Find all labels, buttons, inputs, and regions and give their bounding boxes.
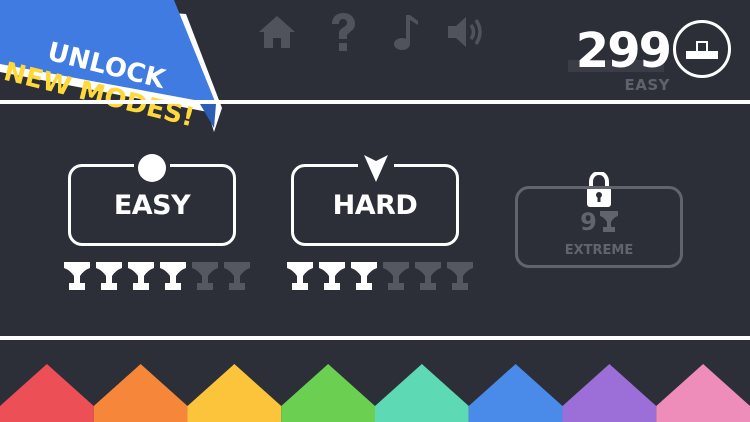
- trophy-row-easy: [64, 262, 250, 290]
- color-tile: [375, 364, 469, 422]
- trophy-unearned-icon: [447, 262, 473, 290]
- arrow-down-icon: [358, 150, 394, 186]
- required-trophy-count: 9: [580, 208, 597, 236]
- color-tile: [0, 364, 94, 422]
- trophy-earned-icon: [160, 262, 186, 290]
- trophy-earned-icon: [64, 262, 90, 290]
- sound-icon[interactable]: [445, 10, 489, 54]
- trophy-earned-icon: [96, 262, 122, 290]
- trophy-earned-icon: [128, 262, 154, 290]
- score-display: 299 EASY: [560, 22, 672, 100]
- trophy-unearned-icon: [192, 262, 218, 290]
- color-tile: [281, 364, 375, 422]
- trophy-unearned-icon: [224, 262, 250, 290]
- score-value: 299: [575, 23, 672, 79]
- top-toolbar: [255, 10, 495, 54]
- music-note-icon[interactable]: [383, 10, 427, 54]
- trophy-unearned-icon: [383, 262, 409, 290]
- color-strip: [0, 364, 750, 422]
- color-tile: [187, 364, 282, 422]
- locked-mode-label: EXTREME: [564, 243, 634, 258]
- locked-requirement: 9: [518, 209, 680, 235]
- home-icon[interactable]: [255, 10, 299, 54]
- color-tile: [562, 364, 657, 422]
- score-mode-label: EASY: [624, 76, 670, 94]
- top-divider: [0, 100, 750, 104]
- color-tile: [93, 364, 188, 422]
- unlock-banner[interactable]: UNLOCK NEW MODES!: [0, 0, 240, 140]
- help-icon[interactable]: [321, 10, 365, 54]
- mode-button-extreme-locked[interactable]: 9 EXTREME: [515, 186, 683, 268]
- leaderboard-button[interactable]: [673, 20, 731, 78]
- trophy-unearned-icon: [415, 262, 441, 290]
- bottom-divider: [0, 336, 750, 340]
- trophy-earned-icon: [351, 262, 377, 290]
- trophy-row-hard: [287, 262, 473, 290]
- color-tile: [656, 364, 750, 422]
- trophy-earned-icon: [287, 262, 313, 290]
- podium-icon: [686, 41, 718, 59]
- mode-label-hard: HARD: [332, 189, 418, 221]
- trophy-earned-icon: [319, 262, 345, 290]
- circle-icon: [134, 150, 170, 186]
- mode-label-easy: EASY: [113, 189, 191, 221]
- color-tile: [468, 364, 563, 422]
- trophy-icon: [599, 211, 618, 232]
